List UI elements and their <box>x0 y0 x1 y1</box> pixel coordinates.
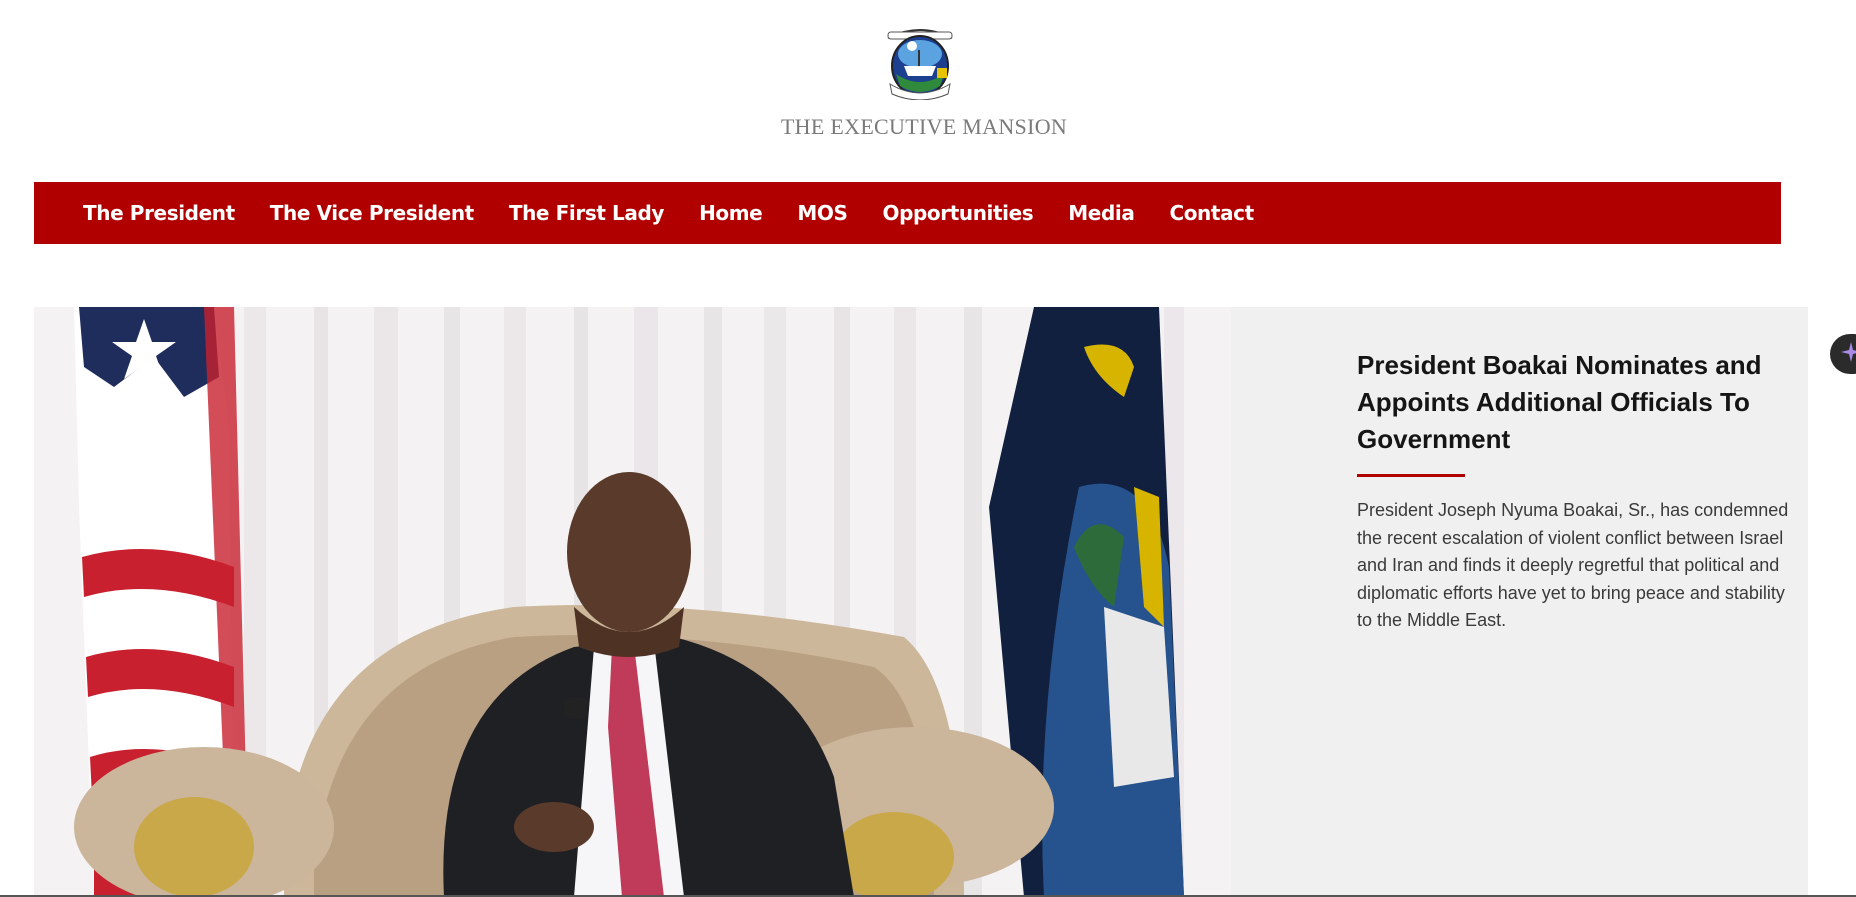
featured-photo[interactable] <box>34 307 1231 897</box>
main-navigation: The President The Vice President The Fir… <box>34 182 1781 244</box>
nav-item-mos[interactable]: MOS <box>797 201 848 225</box>
nav-item-contact[interactable]: Contact <box>1169 201 1254 225</box>
nav-item-media[interactable]: Media <box>1068 201 1135 225</box>
liberia-coat-of-arms-icon[interactable] <box>882 24 958 101</box>
site-title: THE EXECUTIVE MANSION <box>780 114 1068 139</box>
nav-item-home[interactable]: Home <box>699 201 763 225</box>
headline-underline <box>1357 474 1465 477</box>
story-headline[interactable]: President Boakai Nominates and Appoints … <box>1357 347 1777 458</box>
nav-item-opportunities[interactable]: Opportunities <box>882 201 1033 225</box>
nav-item-the-president[interactable]: The President <box>83 201 235 225</box>
nav-item-the-first-lady[interactable]: The First Lady <box>509 201 665 225</box>
nav-item-the-vice-president[interactable]: The Vice President <box>270 201 475 225</box>
assistant-button[interactable] <box>1830 334 1856 374</box>
sparkle-icon <box>1840 341 1856 368</box>
site-header: THE EXECUTIVE MANSION <box>0 0 1856 182</box>
featured-story: President Boakai Nominates and Appoints … <box>34 307 1808 897</box>
story-summary: President Joseph Nyuma Boakai, Sr., has … <box>1357 500 1789 630</box>
